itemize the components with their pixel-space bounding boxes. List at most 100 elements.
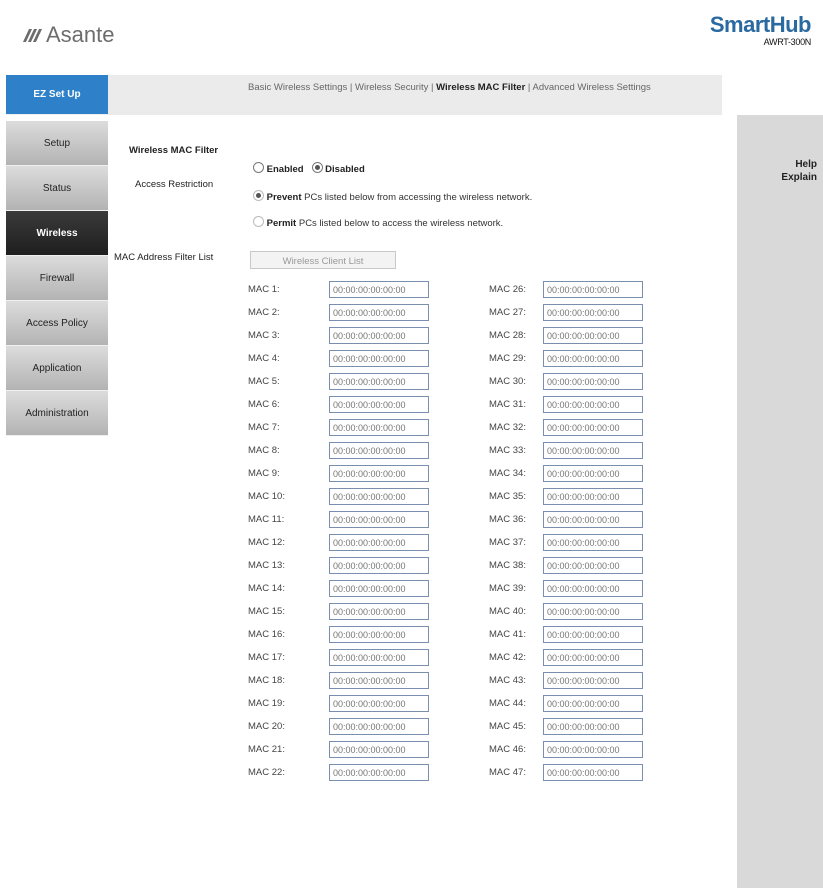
mac-address-input[interactable]	[329, 649, 429, 666]
mac-address-input[interactable]	[329, 741, 429, 758]
sidebar-item-ez-setup[interactable]: EZ Set Up	[6, 75, 108, 115]
mac-filter-options: Enabled Disabled	[253, 162, 365, 175]
mac-address-input[interactable]	[329, 511, 429, 528]
permit-text: PCs listed below to access the wireless …	[298, 218, 504, 229]
mac-label: MAC 12:	[248, 537, 285, 548]
mac-label: MAC 5:	[248, 376, 280, 387]
wireless-client-list-button[interactable]: Wireless Client List	[250, 251, 396, 269]
mac-address-input[interactable]	[329, 327, 429, 344]
mac-address-input[interactable]	[543, 488, 643, 505]
mac-address-input[interactable]	[329, 350, 429, 367]
mac-address-input[interactable]	[543, 626, 643, 643]
enabled-radio[interactable]	[253, 162, 264, 173]
mac-label: MAC 2:	[248, 307, 280, 318]
mac-label: MAC 42:	[489, 652, 526, 663]
mac-address-input[interactable]	[329, 672, 429, 689]
mac-label: MAC 34:	[489, 468, 526, 479]
mac-label: MAC 20:	[248, 721, 285, 732]
mac-address-input[interactable]	[543, 327, 643, 344]
mac-label: MAC 7:	[248, 422, 280, 433]
tab-wireless-security[interactable]: Wireless Security	[355, 82, 428, 93]
mac-address-input[interactable]	[543, 764, 643, 781]
mac-address-input[interactable]	[543, 649, 643, 666]
mac-address-input[interactable]	[543, 511, 643, 528]
mac-address-input[interactable]	[329, 626, 429, 643]
sidebar-item-administration[interactable]: Administration	[6, 391, 108, 436]
disabled-label: Disabled	[325, 164, 365, 175]
mac-address-input[interactable]	[329, 373, 429, 390]
mac-label: MAC 13:	[248, 560, 285, 571]
mac-label: MAC 29:	[489, 353, 526, 364]
mac-address-input[interactable]	[329, 557, 429, 574]
mac-address-input[interactable]	[329, 465, 429, 482]
mac-address-input[interactable]	[329, 419, 429, 436]
mac-address-input[interactable]	[329, 603, 429, 620]
mac-address-input[interactable]	[329, 718, 429, 735]
permit-option: Permit PCs listed below to access the wi…	[253, 216, 503, 229]
mac-address-input[interactable]	[543, 718, 643, 735]
mac-address-input[interactable]	[329, 695, 429, 712]
mac-label: MAC 41:	[489, 629, 526, 640]
subnav-separator: |	[349, 82, 353, 93]
mac-address-input[interactable]	[543, 419, 643, 436]
mac-label: MAC 4:	[248, 353, 280, 364]
enabled-label: Enabled	[266, 164, 304, 175]
mac-filter-label: Wireless MAC Filter	[129, 145, 219, 156]
mac-address-input[interactable]	[329, 764, 429, 781]
sidebar-item-status[interactable]: Status	[6, 166, 108, 211]
help-label[interactable]: Help	[737, 158, 817, 171]
mac-address-input[interactable]	[329, 534, 429, 551]
mac-label: MAC 21:	[248, 744, 285, 755]
subnav-separator: |	[431, 82, 434, 93]
permit-radio[interactable]	[253, 216, 264, 227]
mac-label: MAC 17:	[248, 652, 285, 663]
subnav-bar	[108, 75, 722, 115]
mac-address-input[interactable]	[543, 741, 643, 758]
mac-label: MAC 32:	[489, 422, 526, 433]
sidebar-item-access-policy[interactable]: Access Policy	[6, 301, 108, 346]
disabled-radio[interactable]	[311, 162, 323, 173]
explain-label[interactable]: Explain	[737, 171, 817, 184]
mac-address-input[interactable]	[543, 281, 643, 298]
mac-address-input[interactable]	[543, 695, 643, 712]
mac-address-input[interactable]	[543, 304, 643, 321]
mac-label: MAC 39:	[489, 583, 526, 594]
sidebar-item-firewall[interactable]: Firewall	[6, 256, 108, 301]
help-panel	[737, 115, 823, 888]
mac-address-input[interactable]	[543, 557, 643, 574]
mac-address-input[interactable]	[329, 396, 429, 413]
mac-label: MAC 6:	[248, 399, 280, 410]
tab-basic-wireless-settings[interactable]: Basic Wireless Settings	[248, 82, 347, 93]
prevent-radio[interactable]	[253, 190, 264, 201]
mac-label: MAC 28:	[489, 330, 526, 341]
mac-address-input[interactable]	[543, 603, 643, 620]
mac-address-input[interactable]	[543, 396, 643, 413]
mac-address-input[interactable]	[543, 350, 643, 367]
mac-address-input[interactable]	[543, 465, 643, 482]
mac-address-input[interactable]	[543, 373, 643, 390]
mac-label: MAC 11:	[248, 514, 285, 525]
mac-address-input[interactable]	[329, 442, 429, 459]
sidebar-item-wireless[interactable]: Wireless	[6, 211, 108, 256]
mac-label: MAC 15:	[248, 606, 285, 617]
product-name: SmartHub	[709, 12, 812, 37]
tab-advanced-wireless-settings[interactable]: Advanced Wireless Settings	[533, 82, 651, 93]
sidebar-item-application[interactable]: Application	[6, 346, 108, 391]
mac-address-input[interactable]	[543, 672, 643, 689]
mac-label: MAC 19:	[248, 698, 285, 709]
mac-label: MAC 16:	[248, 629, 285, 640]
model-number: AWRT-300N	[763, 37, 812, 47]
mac-address-input[interactable]	[329, 304, 429, 321]
mac-address-input[interactable]	[329, 580, 429, 597]
asante-logo-icon	[22, 28, 43, 42]
tab-wireless-mac-filter[interactable]: Wireless MAC Filter	[436, 82, 525, 93]
mac-address-input[interactable]	[543, 442, 643, 459]
sidebar-item-setup[interactable]: Setup	[6, 121, 108, 166]
mac-address-input[interactable]	[329, 281, 429, 298]
mac-address-input[interactable]	[329, 488, 429, 505]
mac-label: MAC 47:	[489, 767, 526, 778]
mac-label: MAC 22:	[248, 767, 285, 778]
mac-address-input[interactable]	[543, 534, 643, 551]
mac-label: MAC 26:	[489, 284, 526, 295]
mac-address-input[interactable]	[543, 580, 643, 597]
